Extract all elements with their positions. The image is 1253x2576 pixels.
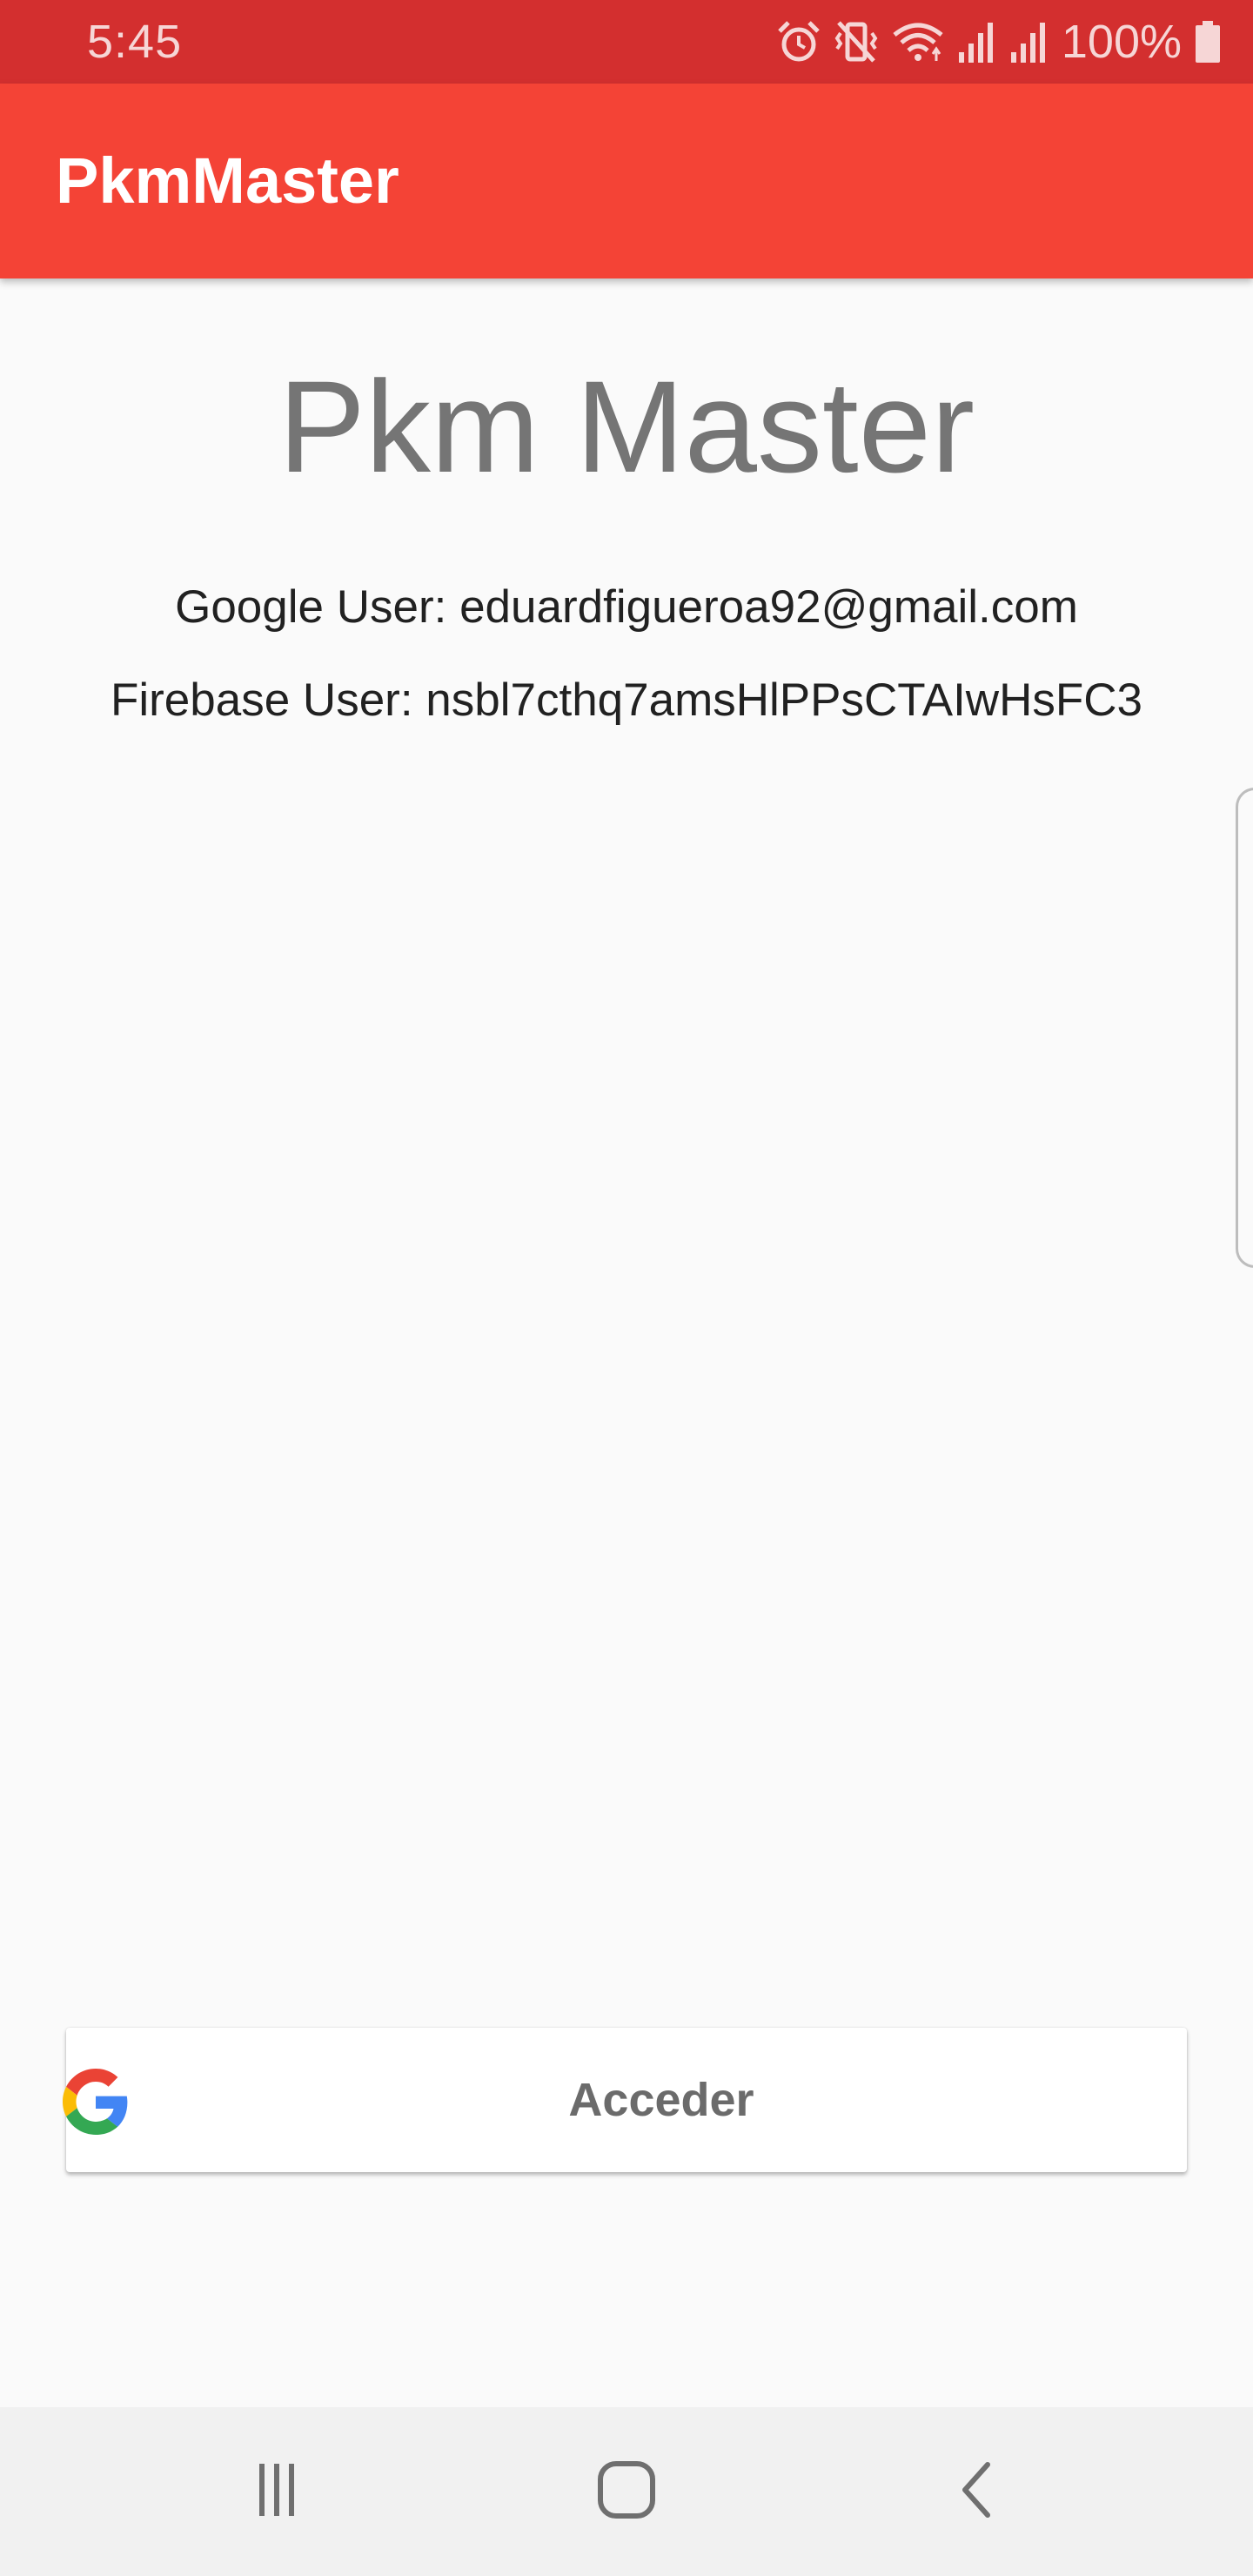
back-button[interactable] — [872, 2407, 1081, 2576]
home-icon — [596, 2459, 657, 2525]
signal-icon — [957, 19, 997, 64]
navigation-bar — [0, 2407, 1253, 2576]
edge-panel-handle[interactable] — [1236, 788, 1253, 1268]
recents-button[interactable] — [172, 2407, 381, 2576]
battery-icon — [1194, 19, 1222, 64]
firebase-user-text: Firebase User: nsbl7cthq7amsHlPPsCTAIwHs… — [111, 674, 1142, 726]
google-user-text: Google User: eduardfigueroa92@gmail.com — [175, 581, 1078, 633]
vibrate-icon — [834, 19, 879, 64]
wifi-icon — [891, 19, 945, 64]
recents-icon — [249, 2462, 305, 2522]
status-icons: 100% — [776, 12, 1222, 71]
back-icon — [955, 2459, 998, 2525]
alarm-icon — [776, 19, 821, 64]
google-logo-icon — [63, 2069, 129, 2135]
status-bar: 5:45 100% — [0, 0, 1253, 84]
battery-percentage: 100% — [1061, 16, 1182, 68]
status-time: 5:45 — [87, 16, 183, 68]
home-button[interactable] — [522, 2407, 731, 2576]
page-heading: Pkm Master — [278, 353, 975, 500]
signal-icon — [1009, 19, 1049, 64]
sign-in-label: Acceder — [568, 2074, 754, 2126]
google-sign-in-button[interactable]: Acceder — [63, 2028, 1187, 2172]
app-bar: PkmMaster — [0, 84, 1253, 278]
app-title: PkmMaster — [56, 144, 399, 217]
